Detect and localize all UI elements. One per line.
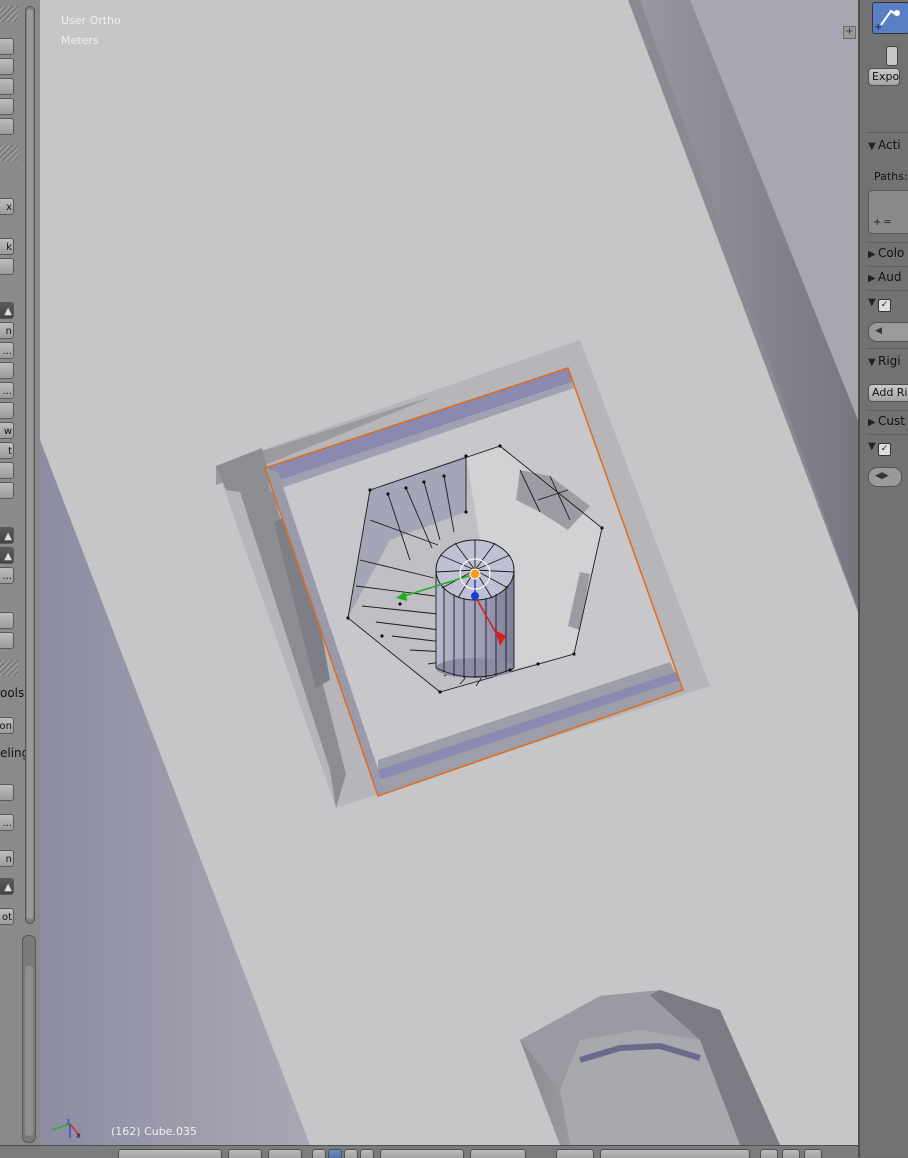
- panel-slider-handle[interactable]: [886, 46, 898, 66]
- shelf-scrollbar[interactable]: [25, 6, 35, 924]
- panel-divider-7: [866, 434, 908, 435]
- custom-section-label: Cust: [878, 414, 905, 428]
- active-section-label: Acti: [878, 138, 901, 152]
- active-section-header[interactable]: ▼ Acti: [868, 138, 901, 152]
- shelf-button-3[interactable]: [0, 78, 14, 95]
- shelf-stepper-4[interactable]: ▲: [0, 878, 14, 895]
- shelf-button-on[interactable]: on: [0, 717, 14, 734]
- shelf-scrollbar-thumb[interactable]: [27, 9, 33, 919]
- shelf-button-9[interactable]: [0, 462, 14, 479]
- section-checkbox-1[interactable]: ✓: [878, 299, 891, 312]
- shelf-button-x[interactable]: x: [0, 198, 14, 215]
- object-info-label: (162) Cube.035: [111, 1125, 197, 1138]
- stepper-arrows-icon[interactable]: ◀▶: [875, 471, 889, 481]
- stepper-field-2[interactable]: ◀▶: [868, 467, 902, 487]
- list-add-icon[interactable]: +: [874, 22, 882, 33]
- shelf-stepper-1[interactable]: ▲: [0, 302, 14, 319]
- scene-render: z x: [40, 0, 858, 1145]
- rigid-section-header[interactable]: ▼ Rigi: [868, 354, 901, 368]
- audio-section-header[interactable]: ▶ Aud: [868, 270, 901, 284]
- shelf-label-tools: ools: [0, 686, 25, 700]
- viewport-expand-icon[interactable]: +: [843, 26, 856, 39]
- panel-divider-5: [866, 348, 908, 349]
- shelf-button-n2[interactable]: n: [0, 850, 14, 867]
- panel-divider-2: [866, 242, 908, 243]
- shelf-grip-2[interactable]: [0, 145, 18, 161]
- custom-section-header[interactable]: ▶ Cust: [868, 414, 905, 428]
- shelf-button-ot[interactable]: ot: [0, 908, 14, 925]
- shelf-lower-scrollbar[interactable]: [22, 935, 36, 1143]
- svg-text:z: z: [66, 1117, 70, 1126]
- shelf-grip-3[interactable]: [0, 660, 18, 676]
- checked-section-header-1[interactable]: ▼ ✓: [868, 294, 894, 312]
- shelf-button-12[interactable]: [0, 632, 14, 649]
- panel-divider-1: [866, 132, 908, 133]
- shelf-stepper-3[interactable]: ▲: [0, 547, 14, 564]
- shelf-button-k[interactable]: k: [0, 238, 14, 255]
- shelf-button-t[interactable]: t: [0, 442, 14, 459]
- shelf-button-ell1[interactable]: ...: [0, 342, 14, 359]
- shelf-button-ell2[interactable]: ...: [0, 382, 14, 399]
- shelf-button-ell4[interactable]: ...: [0, 814, 14, 831]
- paths-list-add-icon[interactable]: + ═: [873, 217, 891, 228]
- expo-button[interactable]: Expo: [868, 68, 900, 86]
- shelf-button-2[interactable]: [0, 58, 14, 75]
- shelf-button-7[interactable]: [0, 362, 14, 379]
- checked-section-header-2[interactable]: ▼ ✓: [868, 438, 894, 456]
- shelf-button-5[interactable]: [0, 118, 14, 135]
- svg-text:x: x: [76, 1131, 81, 1140]
- view-units-label: Meters: [61, 34, 99, 47]
- color-section-label: Colo: [878, 246, 905, 260]
- shelf-grip-top[interactable]: [0, 6, 18, 22]
- 3d-viewport[interactable]: z x User Ortho Meters (162) Cube.035 +: [40, 0, 858, 1145]
- shelf-button-10[interactable]: [0, 482, 14, 499]
- panel-divider-6: [866, 410, 908, 411]
- shelf-lower-scrollbar-thumb[interactable]: [25, 966, 33, 1136]
- shelf-button-ell3[interactable]: ...: [0, 567, 14, 584]
- section-checkbox-2[interactable]: ✓: [878, 443, 891, 456]
- shelf-button-8[interactable]: [0, 402, 14, 419]
- shelf-button-6[interactable]: [0, 258, 14, 275]
- shelf-button-11[interactable]: [0, 612, 14, 629]
- properties-panel: + Expo ▼ Acti Paths: + ═ ▶ Colo ▶ Aud ▼ ✓ ◀ …: [858, 0, 908, 1157]
- paths-list-box[interactable]: + ═: [868, 190, 908, 234]
- paths-label: Paths:: [874, 170, 908, 183]
- rigid-section-label: Rigi: [878, 354, 901, 368]
- stepper-left-icon[interactable]: ◀: [875, 326, 882, 336]
- audio-section-label: Aud: [878, 270, 902, 284]
- tool-shelf: x k ▲ n ... ... w t ▲ ▲ ... ools on elin…: [0, 0, 41, 1145]
- panel-divider-3: [866, 266, 908, 267]
- shelf-button-1[interactable]: [0, 38, 14, 55]
- shelf-stepper-2[interactable]: ▲: [0, 527, 14, 544]
- view-name-label: User Ortho: [61, 14, 121, 27]
- viewport-header-bar: [0, 1145, 858, 1158]
- panel-divider-4: [866, 290, 908, 291]
- add-rigid-body-button[interactable]: Add Rig: [868, 384, 908, 402]
- color-section-header[interactable]: ▶ Colo: [868, 246, 904, 260]
- stepper-field-1[interactable]: ◀: [868, 322, 908, 342]
- shelf-button-4[interactable]: [0, 98, 14, 115]
- shelf-button-n1[interactable]: n: [0, 322, 14, 339]
- shelf-button-w[interactable]: w: [0, 422, 14, 439]
- shelf-button-13[interactable]: [0, 784, 14, 801]
